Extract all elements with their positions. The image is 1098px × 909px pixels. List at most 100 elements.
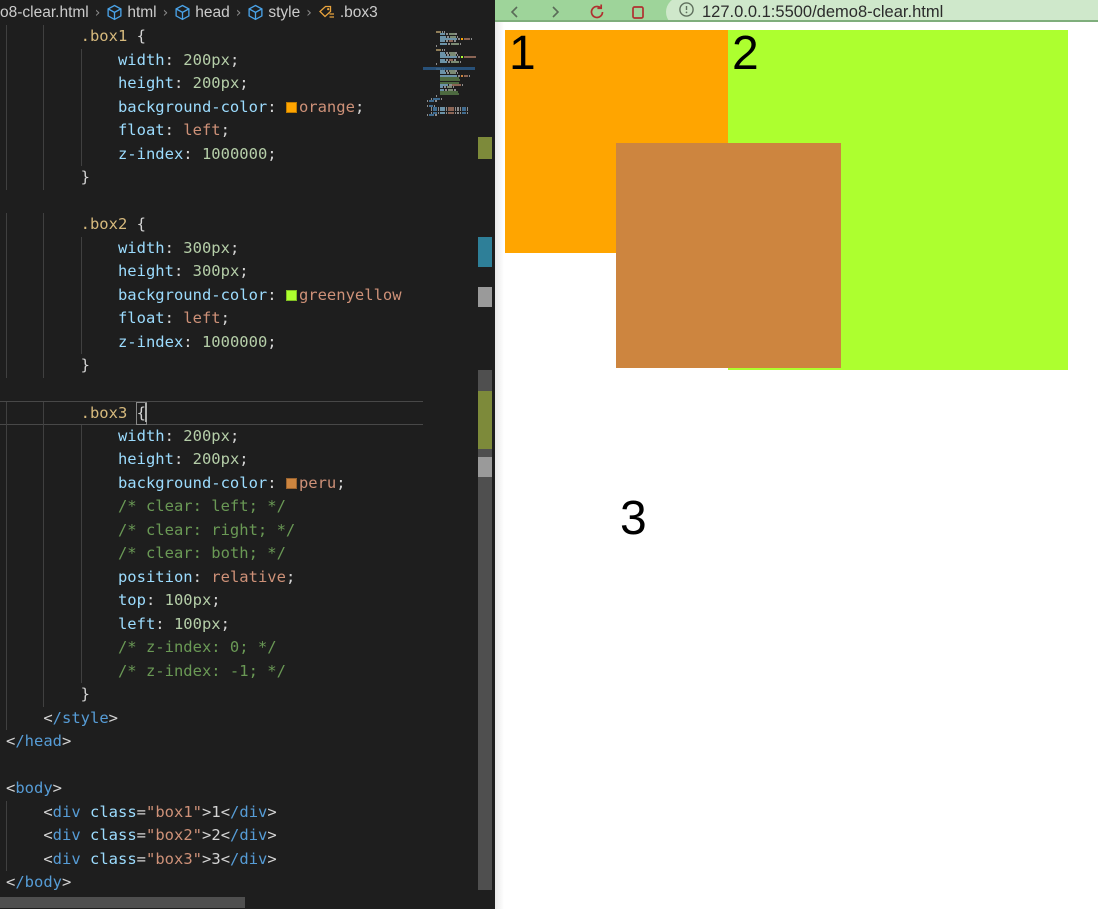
code-line-text: z-index: 1000000; <box>118 145 277 163</box>
code-line[interactable]: float: left; <box>0 119 423 143</box>
breadcrumb[interactable]: o8-clear.html › html › head › style › .box3 <box>0 0 495 25</box>
code-line[interactable]: </head> <box>0 730 423 754</box>
minimap-token <box>448 42 451 45</box>
code-token: > <box>267 849 277 868</box>
code-line[interactable]: } <box>0 683 423 707</box>
code-line[interactable]: width: 300px; <box>0 236 423 260</box>
color-swatch-icon[interactable] <box>285 289 297 301</box>
address-bar[interactable]: 127.0.0.1:5500/demo8-clear.html <box>666 0 1098 22</box>
forward-icon[interactable] <box>543 0 567 22</box>
breadcrumb-item-o8-clear-html[interactable]: o8-clear.html <box>0 4 89 22</box>
code-line[interactable]: top: 100px; <box>0 589 423 613</box>
code-line-text: width: 300px; <box>118 239 239 257</box>
code-line[interactable]: background-color: greenyellow <box>0 283 423 307</box>
code-line-text: position: relative; <box>118 568 295 586</box>
minimap-token <box>463 56 476 59</box>
code-line[interactable]: .box2 { <box>0 213 423 237</box>
code-line[interactable]: /* clear: left; */ <box>0 495 423 519</box>
editor-minimap[interactable] <box>423 25 478 909</box>
breadcrumb-item-style[interactable]: style <box>247 4 300 22</box>
minimap-token <box>439 42 448 45</box>
code-token: div <box>52 849 81 868</box>
code-line[interactable]: <div class="box2">2</div> <box>0 824 423 848</box>
code-line[interactable]: <div class="box1">1</div> <box>0 800 423 824</box>
code-line[interactable]: z-index: 1000000; <box>0 142 423 166</box>
code-line-text: <div class="box2">2</div> <box>43 826 276 844</box>
overview-ruler-mark <box>478 287 492 307</box>
breadcrumb-separator: › <box>162 4 169 21</box>
code-line[interactable]: </style> <box>0 706 423 730</box>
code-line[interactable]: width: 200px; <box>0 48 423 72</box>
code-line[interactable]: } <box>0 354 423 378</box>
code-line[interactable]: /* clear: both; */ <box>0 542 423 566</box>
code-token: width <box>117 238 165 257</box>
code-token: < <box>43 849 53 868</box>
indent-guide <box>80 307 82 331</box>
code-line[interactable]: position: relative; <box>0 565 423 589</box>
code-content[interactable]: .box1 {width: 200px; height: 200px; backgr… <box>0 25 423 909</box>
code-line[interactable]: <div class="box3">3</div> <box>0 847 423 871</box>
code-token: < <box>6 732 16 750</box>
color-swatch-icon[interactable] <box>285 101 297 113</box>
breadcrumb-item-head[interactable]: head <box>174 4 230 22</box>
code-line[interactable]: height: 300px; <box>0 260 423 284</box>
code-line[interactable] <box>0 190 423 214</box>
reload-icon[interactable] <box>585 0 609 22</box>
code-line-text: /* clear: right; */ <box>118 521 295 539</box>
code-line[interactable]: </body> <box>0 871 423 895</box>
code-line[interactable]: height: 200px; <box>0 72 423 96</box>
site-info-icon[interactable] <box>678 1 695 22</box>
indent-guide <box>6 542 7 566</box>
code-token: : <box>145 591 165 609</box>
editor-horizontal-scrollbar[interactable] <box>0 897 423 909</box>
indent-guide <box>6 330 7 354</box>
indent-guide <box>43 119 45 143</box>
breadcrumb-separator: › <box>306 4 312 21</box>
code-token: < <box>43 802 53 821</box>
indent-guide <box>43 659 45 683</box>
minimap-token <box>457 111 459 114</box>
color-swatch-icon[interactable] <box>285 477 297 489</box>
indent-guide <box>80 283 82 307</box>
breadcrumb-item--box3[interactable]: .box3 <box>318 4 378 22</box>
code-token: z-index <box>117 332 184 351</box>
minimap-token <box>451 42 459 45</box>
minimap-token <box>445 111 448 114</box>
code-line[interactable]: /* clear: right; */ <box>0 518 423 542</box>
horizontal-scroll-thumb[interactable] <box>0 897 245 908</box>
stop-icon[interactable] <box>626 0 650 22</box>
code-line[interactable]: float: left; <box>0 307 423 331</box>
code-line[interactable]: background-color: peru; <box>0 471 423 495</box>
code-line[interactable]: height: 200px; <box>0 448 423 472</box>
box2-label: 2 <box>732 27 759 80</box>
minimap-token <box>463 74 469 77</box>
code-token: > <box>108 708 118 727</box>
code-line[interactable]: <body> <box>0 777 423 801</box>
overview-ruler-mark <box>478 237 492 267</box>
code-line[interactable]: z-index: 1000000; <box>0 330 423 354</box>
indent-guide <box>6 683 7 707</box>
minimap-token <box>435 63 437 66</box>
breadcrumb-item-html[interactable]: html <box>106 4 157 22</box>
minimap-token <box>427 100 429 102</box>
code-line[interactable]: width: 200px; <box>0 424 423 448</box>
code-line[interactable] <box>0 378 423 402</box>
code-editor-pane: o8-clear.html › html › head › style › .box3 .box… <box>0 0 495 909</box>
code-line[interactable]: .box3 { <box>0 401 423 426</box>
indent-guide <box>43 612 45 636</box>
code-line[interactable]: /* z-index: 0; */ <box>0 636 423 660</box>
code-line[interactable]: } <box>0 166 423 190</box>
code-token: /* clear: left; */ <box>117 497 286 515</box>
code-line[interactable]: /* z-index: -1; */ <box>0 659 423 683</box>
code-token: /style <box>52 708 109 727</box>
editor-vertical-scrollbar[interactable] <box>478 25 495 909</box>
code-line[interactable]: background-color: orange; <box>0 95 423 119</box>
code-line[interactable] <box>0 754 423 778</box>
code-line[interactable]: .box1 { <box>0 25 423 49</box>
code-token: < <box>43 826 53 844</box>
back-icon[interactable] <box>503 0 527 22</box>
code-line[interactable]: left: 100px; <box>0 612 423 636</box>
minimap-token <box>457 56 461 59</box>
minimap-token <box>461 111 466 114</box>
code-line-text: <body> <box>6 779 62 797</box>
